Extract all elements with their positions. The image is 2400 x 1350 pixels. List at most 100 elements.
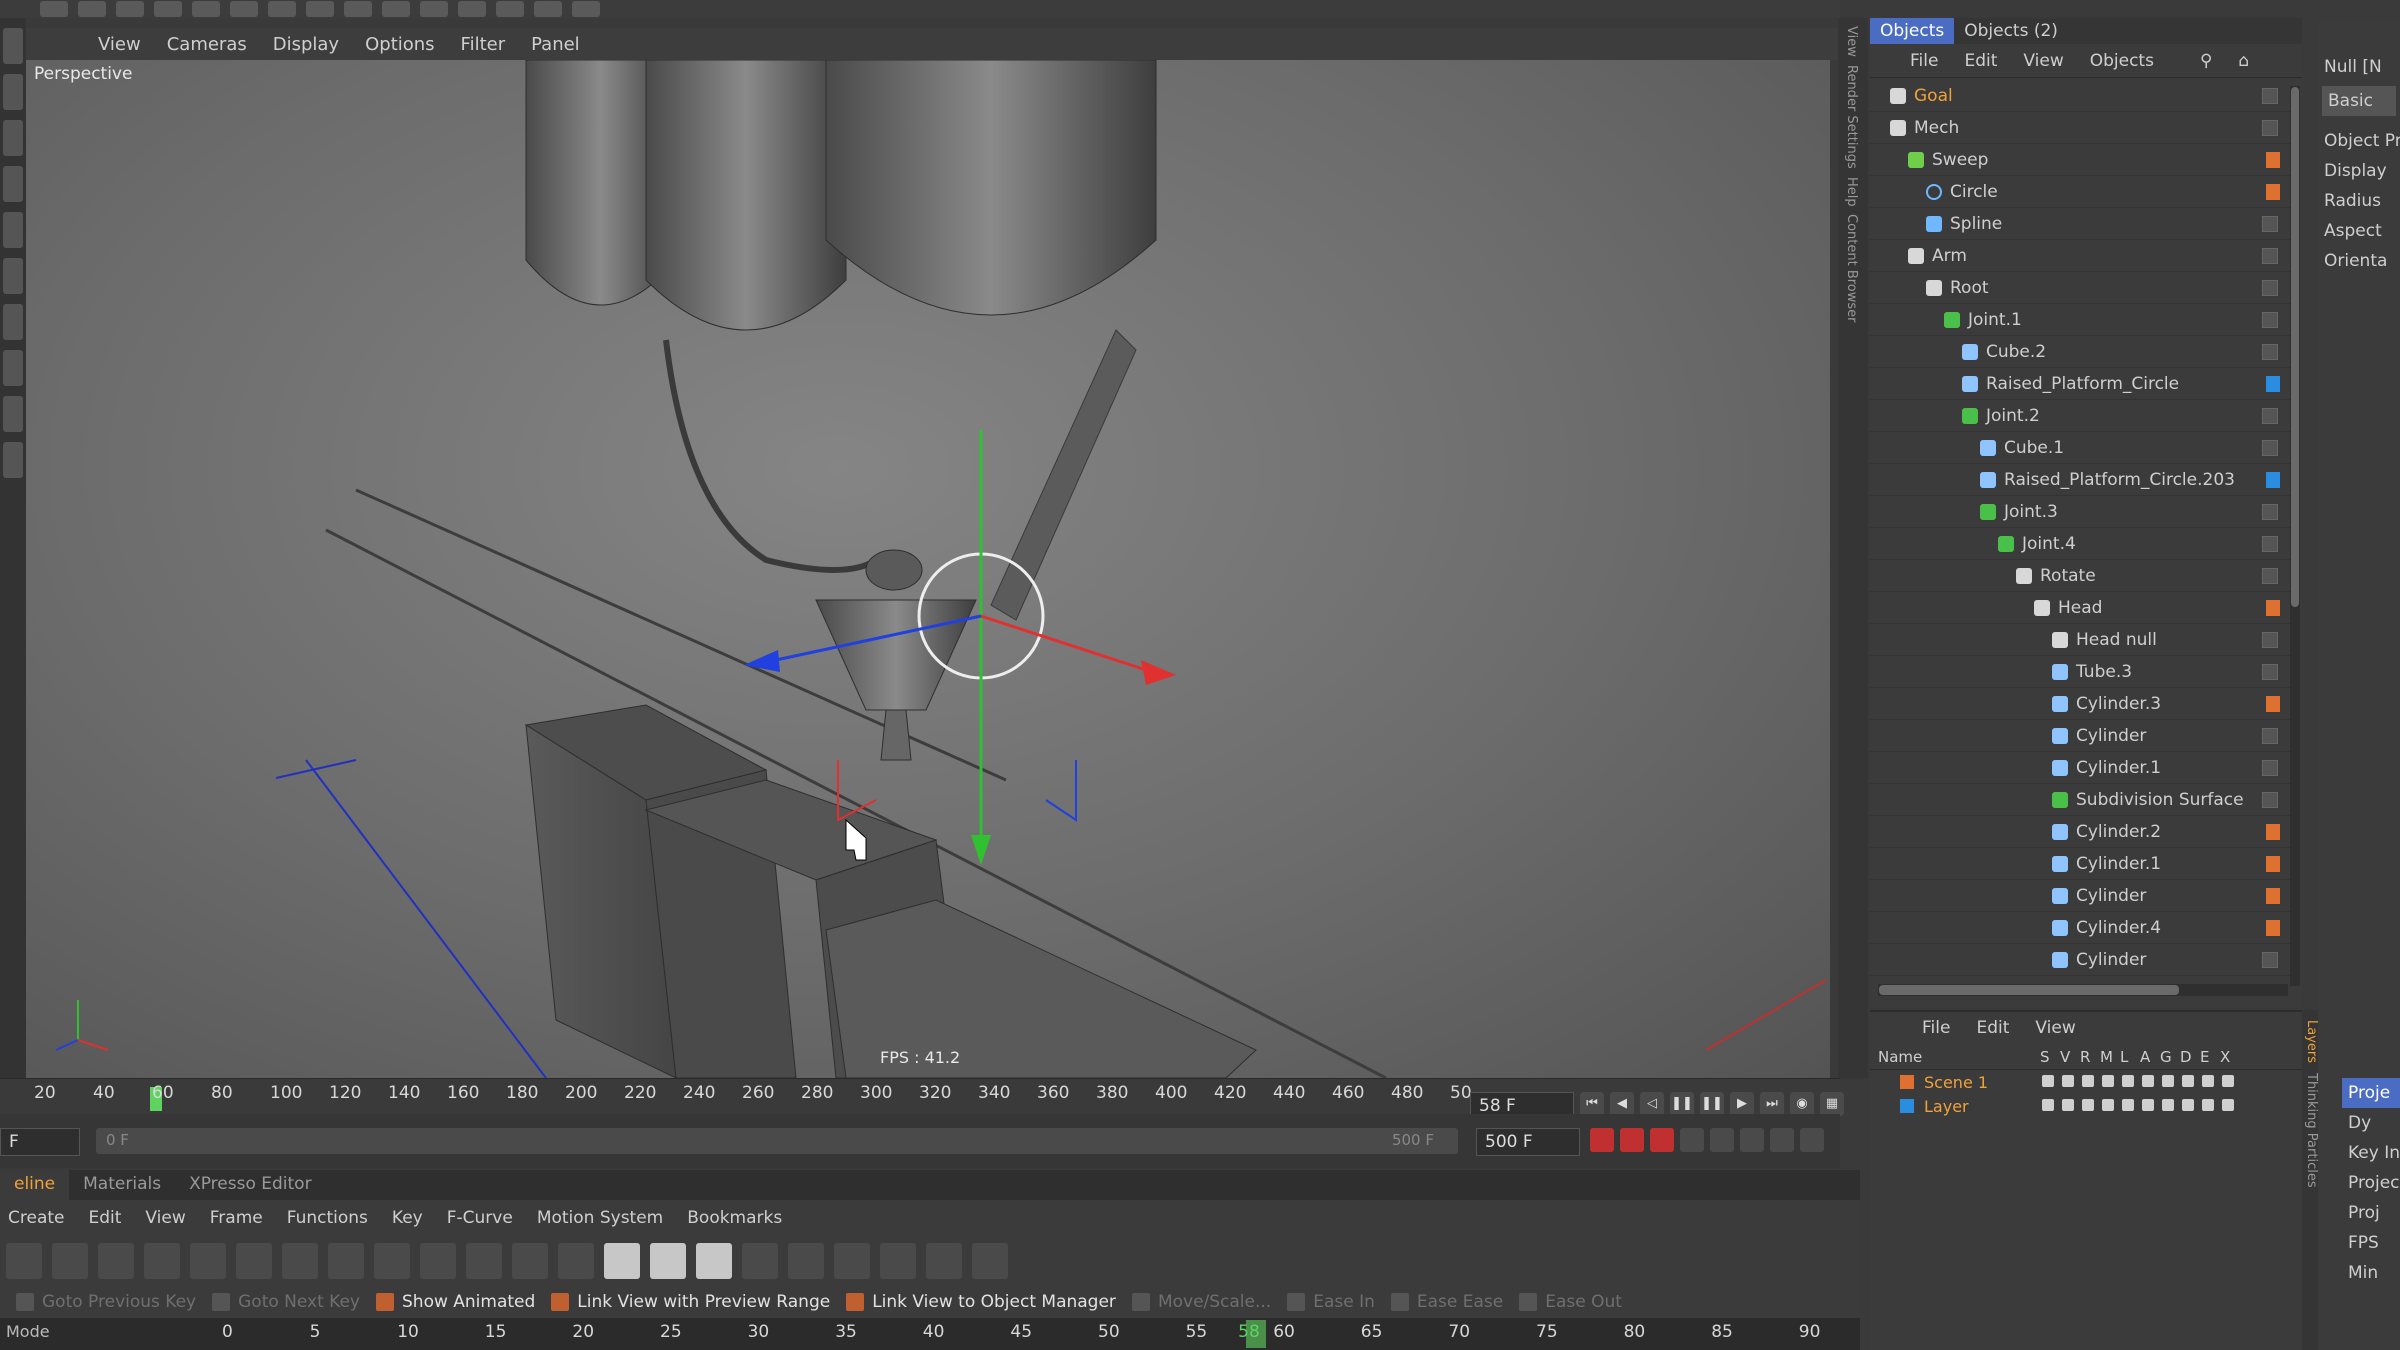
object-row[interactable]: Joint.1	[1870, 304, 2290, 336]
layer-menu-view[interactable]: View	[2035, 1018, 2075, 1038]
step-icon[interactable]	[374, 1243, 410, 1279]
viewport-menu-options[interactable]: Options	[365, 34, 434, 55]
timeline-menu-motion-system[interactable]: Motion System	[537, 1208, 663, 1228]
object-tag-icon[interactable]	[2266, 696, 2280, 712]
object-tag-icon[interactable]	[2266, 376, 2280, 392]
cube-icon[interactable]	[306, 1, 334, 17]
layer-flag-icon[interactable]	[2182, 1099, 2194, 1111]
object-visibility-toggle[interactable]	[2262, 216, 2278, 232]
left-frame-field[interactable]: F	[0, 1128, 80, 1156]
timeline-menu-create[interactable]: Create	[8, 1208, 65, 1228]
object-visibility-toggle[interactable]	[2262, 792, 2278, 808]
object-row[interactable]: Cylinder.1	[1870, 752, 2290, 784]
spline-interp-icon[interactable]	[420, 1243, 456, 1279]
object-row[interactable]: Joint.2	[1870, 400, 2290, 432]
move-tool-icon[interactable]	[78, 1, 106, 17]
object-row[interactable]: Sweep	[1870, 144, 2290, 176]
layer-flag-icon[interactable]	[2202, 1099, 2214, 1111]
object-visibility-toggle[interactable]	[2262, 952, 2278, 968]
next-frame-icon[interactable]: ▶	[1730, 1092, 1754, 1116]
object-row[interactable]: Joint.3	[1870, 496, 2290, 528]
scale-tool-icon[interactable]	[116, 1, 144, 17]
object-visibility-toggle[interactable]	[2262, 344, 2278, 360]
object-row[interactable]: Rotate	[1870, 560, 2290, 592]
object-row[interactable]: Tube.3	[1870, 656, 2290, 688]
object-row[interactable]: Cube.2	[1870, 336, 2290, 368]
record-key-icon[interactable]	[1590, 1128, 1614, 1152]
timeline-menu-fcurve[interactable]: F-Curve	[447, 1208, 513, 1228]
layer-flag-icon[interactable]	[2142, 1075, 2154, 1087]
clamp-icon[interactable]	[558, 1243, 594, 1279]
object-row[interactable]: Spline	[1870, 208, 2290, 240]
ripple-icon[interactable]	[144, 1243, 180, 1279]
viewport-menu-filter[interactable]: Filter	[461, 34, 506, 55]
tab-timeline[interactable]: eline	[0, 1170, 70, 1200]
viewport-menu-view[interactable]: View	[98, 34, 141, 55]
object-row[interactable]: Cylinder	[1870, 880, 2290, 912]
object-visibility-toggle[interactable]	[2262, 280, 2278, 296]
ease-in-icon[interactable]	[466, 1243, 502, 1279]
rotate-tool-icon[interactable]	[154, 1, 182, 17]
play-backward-icon[interactable]: ◁	[1640, 1092, 1664, 1116]
record-mode-icon[interactable]: ◉	[1790, 1092, 1814, 1116]
object-row[interactable]: Head	[1870, 592, 2290, 624]
snap-icon[interactable]	[190, 1243, 226, 1279]
object-menu-objects[interactable]: Objects	[2090, 51, 2154, 71]
object-tag-icon[interactable]	[2266, 856, 2280, 872]
tab-content-browser[interactable]: Content Browser	[1844, 214, 1859, 323]
object-row[interactable]: Raised_Platform_Circle	[1870, 368, 2290, 400]
object-row[interactable]: Goal	[1870, 80, 2290, 112]
timeline-menu-frame[interactable]: Frame	[210, 1208, 263, 1228]
timeline-option[interactable]: Show Animated	[376, 1292, 535, 1312]
object-visibility-toggle[interactable]	[2262, 312, 2278, 328]
timeline-menu-bookmarks[interactable]: Bookmarks	[687, 1208, 782, 1228]
layer-column-header[interactable]: V	[2060, 1048, 2070, 1066]
object-row[interactable]: Circle	[1870, 176, 2290, 208]
object-row[interactable]: Cylinder.1	[1870, 848, 2290, 880]
tab-help[interactable]: Help	[1844, 177, 1859, 207]
layer-column-header[interactable]: X	[2220, 1048, 2230, 1066]
object-tag-icon[interactable]	[2266, 184, 2280, 200]
tab-basic[interactable]: Basic	[2322, 86, 2396, 116]
layer-flag-icon[interactable]	[2102, 1075, 2114, 1087]
object-row[interactable]: Cylinder	[1870, 944, 2290, 976]
object-row[interactable]: Subdivision Surface	[1870, 784, 2290, 816]
object-visibility-toggle[interactable]	[2262, 568, 2278, 584]
polygons-mode-icon[interactable]	[3, 258, 23, 294]
key-spline-icon[interactable]	[282, 1243, 318, 1279]
layer-column-header[interactable]: A	[2140, 1048, 2150, 1066]
attribute-tab-key-interpolation[interactable]: Key In	[2342, 1138, 2400, 1168]
timeline-option[interactable]: Move/Scale...	[1131, 1292, 1271, 1312]
prev-key-icon[interactable]: ◀	[1610, 1092, 1634, 1116]
layer-column-header[interactable]: R	[2080, 1048, 2090, 1066]
layer-flag-icon[interactable]	[2202, 1075, 2214, 1087]
position-key-icon[interactable]	[1680, 1128, 1704, 1152]
ease-out-icon[interactable]	[512, 1243, 548, 1279]
camera-icon[interactable]	[534, 1, 562, 17]
object-visibility-toggle[interactable]	[2262, 504, 2278, 520]
model-mode-icon[interactable]	[3, 28, 23, 64]
layer-menu-file[interactable]: File	[1922, 1018, 1950, 1038]
key-reduce-icon[interactable]	[236, 1243, 272, 1279]
play-icon[interactable]	[268, 1, 296, 17]
object-visibility-toggle[interactable]	[2262, 632, 2278, 648]
tab-xpresso-editor[interactable]: XPresso Editor	[175, 1170, 326, 1200]
tab-objects[interactable]: Objects	[1870, 18, 1955, 44]
scale-key-icon[interactable]	[1710, 1128, 1734, 1152]
pause-icon[interactable]: ❚❚	[1670, 1092, 1694, 1116]
end-frame-field[interactable]: 500 F	[1476, 1128, 1580, 1156]
rotation-key-icon[interactable]	[1740, 1128, 1764, 1152]
lock-icon[interactable]	[3, 442, 23, 478]
tab-materials[interactable]: Materials	[69, 1170, 175, 1200]
layer-flag-icon[interactable]	[2222, 1099, 2234, 1111]
pause-icon[interactable]: ❚❚	[1700, 1092, 1724, 1116]
tab-layers[interactable]: Layers	[2304, 1020, 2319, 1063]
object-tag-icon[interactable]	[2266, 888, 2280, 904]
timeline-option[interactable]: Link View to Object Manager	[846, 1292, 1116, 1312]
home-icon[interactable]: ⌂	[2238, 51, 2249, 71]
render-icon[interactable]	[192, 1, 220, 17]
snap-icon[interactable]	[3, 396, 23, 432]
object-row[interactable]: Arm	[1870, 240, 2290, 272]
object-tag-icon[interactable]	[2266, 824, 2280, 840]
array-icon[interactable]	[420, 1, 448, 17]
